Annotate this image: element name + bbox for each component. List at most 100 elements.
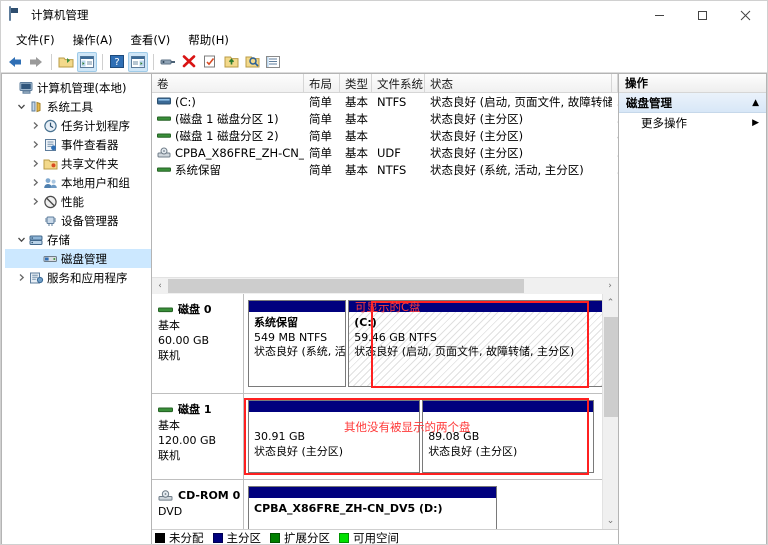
legend-swatch bbox=[270, 533, 280, 543]
cell-type: 基本 bbox=[340, 128, 372, 144]
scroll-left-icon[interactable]: ‹ bbox=[152, 278, 168, 294]
tree-item-disk-management[interactable]: 磁盘管理 bbox=[5, 249, 151, 268]
legend-item-free-space: 可用空间 bbox=[339, 530, 399, 545]
partition-system-reserved[interactable]: 系统保留 549 MB NTFS 状态良好 (系统, 活动, 主分 bbox=[248, 300, 346, 387]
tree-item-services-and-applications[interactable]: 服务和应用程序 bbox=[5, 268, 151, 287]
tree-item-storage[interactable]: 存储 bbox=[5, 230, 151, 249]
legend-item-extended-partition: 扩展分区 bbox=[270, 530, 330, 545]
cell-layout: 简单 bbox=[304, 128, 340, 144]
column-header-volume[interactable]: 卷 bbox=[152, 74, 304, 92]
up-folder-icon[interactable] bbox=[56, 52, 76, 72]
help-icon[interactable]: ? bbox=[107, 52, 127, 72]
tree-item-performance[interactable]: 性能 bbox=[5, 192, 151, 211]
chevron-down-icon[interactable] bbox=[15, 100, 28, 113]
menu-action[interactable]: 操作(A) bbox=[64, 30, 122, 50]
scroll-track[interactable] bbox=[603, 311, 619, 512]
event-viewer-icon bbox=[42, 137, 58, 153]
disk-row-1[interactable]: 磁盘 1 基本 120.00 GB 联机 30.91 GB bbox=[152, 394, 602, 480]
action-item-more-actions[interactable]: 更多操作 ▶ bbox=[619, 113, 766, 133]
export-list-icon[interactable] bbox=[221, 52, 241, 72]
legend-item-unallocated: 未分配 bbox=[155, 530, 204, 545]
column-header-filesystem[interactable]: 文件系统 bbox=[372, 74, 425, 92]
disk-info-0: 磁盘 0 基本 60.00 GB 联机 bbox=[152, 294, 244, 393]
detail-view-icon[interactable] bbox=[263, 52, 283, 72]
back-icon[interactable] bbox=[5, 52, 25, 72]
column-header-type[interactable]: 类型 bbox=[340, 74, 372, 92]
table-row[interactable]: (C:) 简单 基本 NTFS 状态良好 (启动, 页面文件, 故障转储, 主分… bbox=[152, 93, 618, 110]
search-icon[interactable] bbox=[242, 52, 262, 72]
show-hide-action-pane-icon[interactable] bbox=[128, 52, 148, 72]
minimize-button[interactable] bbox=[638, 1, 681, 29]
table-row[interactable]: (磁盘 1 磁盘分区 1) 简单 基本 状态良好 (主分区) 3 bbox=[152, 110, 618, 127]
partition-color-bar bbox=[249, 401, 419, 412]
maximize-button[interactable] bbox=[681, 1, 724, 29]
chevron-right-icon[interactable] bbox=[29, 138, 42, 151]
partition-color-bar bbox=[423, 401, 593, 412]
show-hide-tree-icon[interactable] bbox=[77, 52, 97, 72]
cell-volume: (磁盘 1 磁盘分区 2) bbox=[152, 128, 304, 144]
chevron-right-icon[interactable] bbox=[29, 119, 42, 132]
scroll-thumb[interactable] bbox=[168, 279, 524, 293]
scroll-thumb[interactable] bbox=[604, 317, 618, 417]
tree-item-label: 系统工具 bbox=[47, 99, 93, 115]
storage-icon bbox=[28, 232, 44, 248]
scroll-up-icon[interactable]: ⌃ bbox=[603, 294, 619, 311]
cell-layout: 简单 bbox=[304, 162, 340, 178]
table-row[interactable]: 系统保留 简单 基本 NTFS 状态良好 (系统, 活动, 主分区) 5 bbox=[152, 161, 618, 178]
chevron-right-icon[interactable] bbox=[29, 157, 42, 170]
disk-size: 120.00 GB bbox=[158, 433, 243, 448]
delete-icon[interactable] bbox=[179, 52, 199, 72]
partition-disk1-part1[interactable]: 30.91 GB 状态良好 (主分区) bbox=[248, 400, 420, 473]
properties-icon[interactable] bbox=[158, 52, 178, 72]
forward-icon[interactable] bbox=[26, 52, 46, 72]
close-button[interactable] bbox=[724, 1, 767, 29]
tree-item-event-viewer[interactable]: 事件查看器 bbox=[5, 135, 151, 154]
scroll-down-icon[interactable]: ⌄ bbox=[603, 512, 619, 529]
disk-row-cdrom[interactable]: CD-ROM 0 DVD CPBA_X86FRE_ZH-CN_DV5 (D:) bbox=[152, 480, 602, 529]
tree-item-local-users-and-groups[interactable]: 本地用户和组 bbox=[5, 173, 151, 192]
chevron-right-icon[interactable] bbox=[29, 176, 42, 189]
chevron-right-icon[interactable] bbox=[29, 195, 42, 208]
volume-icon bbox=[157, 130, 171, 142]
partition-size: 549 MB NTFS bbox=[254, 331, 340, 346]
submenu-arrow-icon[interactable]: ▶ bbox=[752, 118, 759, 128]
column-header-capacity[interactable]: 容 bbox=[612, 74, 618, 92]
cell-status: 状态良好 (主分区) bbox=[425, 128, 612, 144]
column-header-layout[interactable]: 布局 bbox=[304, 74, 340, 92]
tree-item-computer-management-local[interactable]: 计算机管理(本地) bbox=[5, 78, 151, 97]
menu-view[interactable]: 查看(V) bbox=[121, 30, 179, 50]
disk-name: 磁盘 1 bbox=[178, 402, 211, 417]
tree-item-task-scheduler[interactable]: 任务计划程序 bbox=[5, 116, 151, 135]
cell-status: 状态良好 (主分区) bbox=[425, 145, 612, 161]
legend-swatch bbox=[339, 533, 349, 543]
tree-item-device-manager[interactable]: 设备管理器 bbox=[5, 211, 151, 230]
chevron-down-icon[interactable] bbox=[15, 233, 28, 246]
partition-disk1-part2[interactable]: 89.08 GB 状态良好 (主分区) bbox=[422, 400, 594, 473]
graphical-view-vertical-scrollbar[interactable]: ⌃ ⌄ bbox=[602, 294, 618, 529]
partition-cdrom-media[interactable]: CPBA_X86FRE_ZH-CN_DV5 (D:) bbox=[248, 486, 497, 529]
console-tree-pane: 计算机管理(本地) 系统工具 bbox=[1, 73, 151, 545]
partition-color-bar bbox=[249, 487, 496, 498]
legend-label: 未分配 bbox=[169, 530, 204, 545]
table-row[interactable]: CPBA_X86FRE_ZH-CN_DV5 (D:) 简单 基本 UDF 状态良… bbox=[152, 144, 618, 161]
volume-list-horizontal-scrollbar[interactable]: ‹ › bbox=[152, 277, 618, 293]
scroll-track[interactable] bbox=[168, 278, 602, 294]
collapse-up-icon[interactable]: ▲ bbox=[752, 98, 759, 108]
menu-help[interactable]: 帮助(H) bbox=[179, 30, 238, 50]
table-row[interactable]: (磁盘 1 磁盘分区 2) 简单 基本 状态良好 (主分区) 8 bbox=[152, 127, 618, 144]
disk-rows: 磁盘 0 基本 60.00 GB 联机 系统保留 549 MB bbox=[152, 294, 602, 529]
tree-item-system-tools[interactable]: 系统工具 bbox=[5, 97, 151, 116]
chevron-right-icon[interactable] bbox=[15, 271, 28, 284]
refresh-icon[interactable] bbox=[200, 52, 220, 72]
computer-icon bbox=[18, 80, 34, 96]
volume-icon bbox=[157, 164, 171, 176]
tree-item-shared-folders[interactable]: 共享文件夹 bbox=[5, 154, 151, 173]
menu-file[interactable]: 文件(F) bbox=[7, 30, 64, 50]
scroll-right-icon[interactable]: › bbox=[602, 278, 618, 294]
toolbar-separator bbox=[153, 54, 154, 70]
column-header-status[interactable]: 状态 bbox=[425, 74, 612, 92]
cell-capacity: 5 bbox=[612, 163, 618, 177]
actions-group-disk-management[interactable]: 磁盘管理 ▲ bbox=[619, 93, 766, 113]
toolbar: ? bbox=[1, 51, 767, 73]
partition-body: 系统保留 549 MB NTFS 状态良好 (系统, 活动, 主分 bbox=[249, 312, 345, 386]
